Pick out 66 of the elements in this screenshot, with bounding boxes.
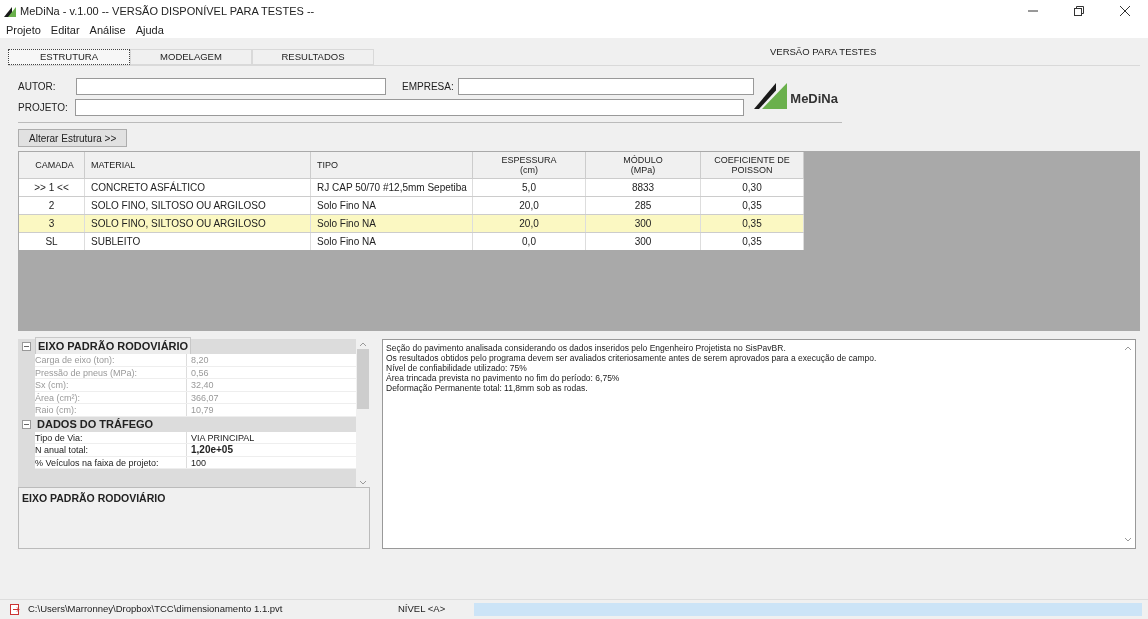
output-line: Seção do pavimento analisada considerando os dados inseridos pelo Engenheiro Projetista no SisPavBR. xyxy=(386,343,787,353)
app-logo-icon xyxy=(4,5,16,17)
property-value: 366,07 xyxy=(190,391,219,403)
table-cell: SL xyxy=(19,233,85,250)
menu-item[interactable]: Projeto xyxy=(6,21,41,39)
scroll-down-icon[interactable] xyxy=(359,479,367,485)
empresa-input-field[interactable] xyxy=(458,78,754,95)
autor-label: AUTOR: xyxy=(18,80,57,94)
property-value: 10,79 xyxy=(190,404,214,416)
property-value: 100 xyxy=(190,456,207,468)
output-line: Área trincada prevista no pavimento no fim do período: 6,75% xyxy=(386,373,621,383)
property-name: N anual total: xyxy=(35,444,187,456)
logo-text: MeDiNa xyxy=(790,90,838,108)
table-cell: 0,0 xyxy=(473,233,586,250)
alter-structure-button[interactable]: Alterar Estrutura >> xyxy=(18,129,128,147)
output-line: Deformação Permanente total: 11,8mm sob as rodas. xyxy=(386,383,589,393)
property-name: Sx (cm): xyxy=(35,379,187,391)
logo-icon xyxy=(754,82,789,109)
property-name: Carga de eixo (ton): xyxy=(35,354,187,366)
window-title: MeDiNa - v.1.00 -- VERSÃO DISPONÍVEL PARA TESTES -- xyxy=(20,3,315,19)
collapse-toggle-icon[interactable] xyxy=(22,342,31,351)
restore-icon xyxy=(1074,6,1084,16)
table-row[interactable]: 3 SOLO FINO, SILTOSO OU ARGILOSO Solo Fino NA 20,0 300 0,35 xyxy=(19,214,804,232)
tab[interactable]: MODELAGEM xyxy=(130,49,252,65)
property-name: Tipo de Via: xyxy=(35,431,187,443)
category-header[interactable]: EIXO PADRÃO RODOVIÁRIO xyxy=(35,337,192,356)
property-value: 8,20 xyxy=(190,354,209,366)
output-line: Os resultados obtidos pelo programa devem ser avaliados criteriosamente antes de serem aprovados para a execução de campo. xyxy=(386,353,878,363)
version-label: VERSÃO PARA TESTES xyxy=(770,44,877,59)
menu-item[interactable]: Ajuda xyxy=(135,21,164,39)
table-row[interactable]: SL SUBLEITO Solo Fino NA 0,0 300 0,35 xyxy=(19,232,804,250)
property-name: Área (cm²): xyxy=(35,391,187,403)
scrollbar-thumb[interactable] xyxy=(357,349,369,409)
property-name: % Veículos na faixa de projeto: xyxy=(35,456,187,468)
projeto-input-field[interactable] xyxy=(75,99,745,116)
scroll-up-icon[interactable] xyxy=(1124,346,1132,351)
table-cell: 300 xyxy=(586,233,701,250)
scroll-up-icon[interactable] xyxy=(359,341,367,347)
file-path: C:\Users\Marronney\Dropbox\TCC\dimensionamento 1.1.pvt xyxy=(28,602,284,617)
property-name: Pressão de pneus (MPa): xyxy=(35,366,187,378)
property-row[interactable]: N anual total: 1,20e+05 xyxy=(35,444,356,457)
file-icon xyxy=(10,604,20,615)
table-cell: Solo Fino NA xyxy=(311,233,473,250)
property-value: 32,40 xyxy=(190,379,214,391)
output-line: Nível de confiabilidade utilizado: 75% xyxy=(386,363,528,373)
close-icon xyxy=(1120,6,1130,16)
menu-item[interactable]: Análise xyxy=(89,21,126,39)
level-label: NÍVEL <A> xyxy=(398,602,447,617)
table-cell: SUBLEITO xyxy=(85,233,311,250)
description-title: EIXO PADRÃO RODOVIÁRIO xyxy=(22,492,166,504)
table-cell: 0,35 xyxy=(701,233,804,250)
tab[interactable]: ESTRUTURA xyxy=(8,49,130,65)
tab[interactable]: RESULTADOS xyxy=(252,49,374,65)
scroll-down-icon[interactable] xyxy=(1124,537,1132,542)
property-value: 1,20e+05 xyxy=(190,444,233,456)
autor-input-field[interactable] xyxy=(76,78,386,95)
property-name: Raio (cm): xyxy=(35,404,187,416)
empresa-label: EMPRESA: xyxy=(402,80,455,94)
table-row[interactable]: >> 1 << CONCRETO ASFÁLTICO RJ CAP 50/70 #12,5mm Sepetiba 5,0 8833 0,30 xyxy=(19,178,804,196)
menu-item[interactable]: Editar xyxy=(50,21,80,39)
collapse-toggle-icon[interactable] xyxy=(22,419,31,429)
property-value: 0,56 xyxy=(190,366,209,378)
property-value: VIA PRINCIPAL xyxy=(190,431,255,443)
projeto-label: PROJETO: xyxy=(18,101,69,115)
table-row[interactable]: 2 SOLO FINO, SILTOSO OU ARGILOSO Solo Fino NA 20,0 285 0,35 xyxy=(19,196,804,214)
category-header[interactable]: DADOS DO TRÁFEGO xyxy=(35,415,156,433)
